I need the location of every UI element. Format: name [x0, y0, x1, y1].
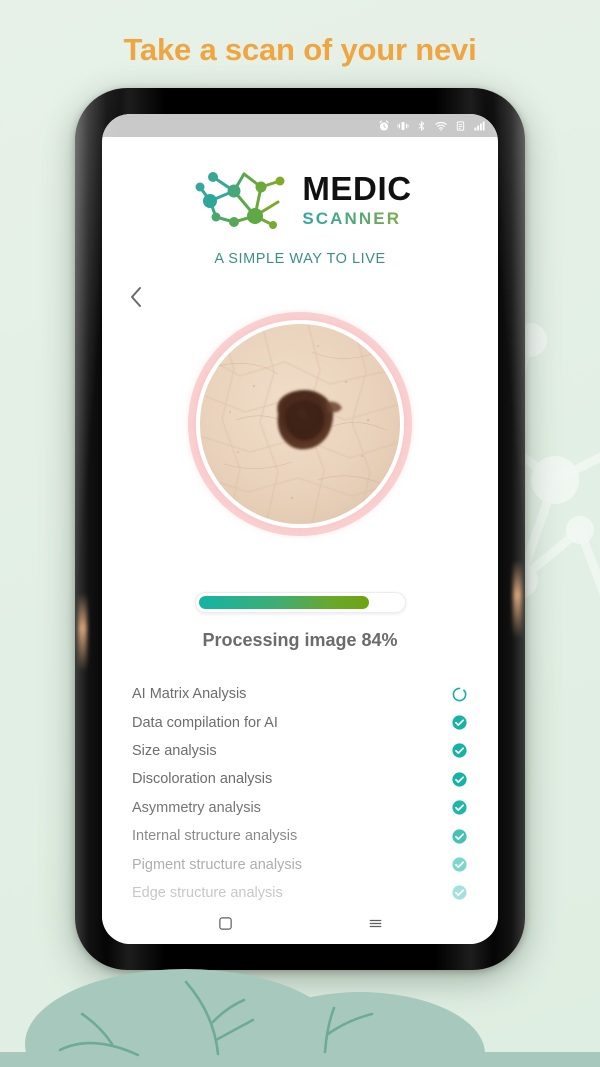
chevron-left-icon — [131, 287, 141, 307]
hand-highlight-left — [78, 593, 87, 671]
alarm-icon — [379, 119, 389, 130]
check-circle-icon — [452, 885, 467, 901]
brand-tagline: A SIMPLE WAY TO LIVE — [214, 251, 386, 267]
progress-bar-fill — [198, 596, 370, 609]
checklist-item: Discoloration analysis — [132, 765, 468, 793]
checklist-item-label: Data compilation for AI — [132, 714, 278, 731]
checklist-item-label: Asymmetry analysis — [132, 799, 261, 816]
signal-icon — [474, 121, 485, 130]
spinner-icon — [452, 687, 467, 702]
check-circle-icon — [452, 715, 467, 730]
checklist-item-label: Internal structure analysis — [132, 828, 298, 845]
vibrate-icon — [397, 121, 409, 130]
check-circle-icon — [452, 772, 467, 787]
phone-mockup: MEDIC SCANNER A SIMPLE WAY TO LIVE Proce… — [75, 88, 525, 970]
checklist-item-label: Discoloration analysis — [132, 771, 273, 788]
status-bar — [102, 114, 498, 137]
progress-bar-track — [194, 592, 406, 613]
back-button[interactable] — [121, 282, 151, 312]
checklist-item: Asymmetry analysis — [132, 794, 468, 822]
scan-image-ring — [196, 320, 404, 528]
scan-preview[interactable] — [102, 312, 498, 536]
checklist-item: AI Matrix Analysis — [132, 680, 468, 708]
sim-icon — [456, 120, 465, 131]
bluetooth-icon — [418, 120, 425, 131]
scan-glow-ring — [188, 312, 412, 536]
checklist-item: Data compilation for AI — [132, 708, 468, 736]
skin-mole-image — [200, 324, 400, 524]
check-circle-icon — [452, 800, 467, 815]
progress-status-text: Processing image 84% — [202, 630, 398, 650]
wifi-icon — [435, 121, 447, 131]
check-circle-icon — [452, 743, 467, 759]
checklist-item-label: Pigment structure analysis — [132, 856, 303, 873]
checklist-item: Size analysis — [132, 737, 468, 765]
hand-highlight-right — [513, 560, 522, 638]
check-circle-icon — [452, 829, 467, 844]
decorative-bush — [0, 969, 600, 1067]
progress-section: Processing image 84% — [102, 592, 498, 651]
analysis-checklist: AI Matrix Analysis Data compilation for A… — [102, 680, 498, 907]
brand-name: MEDIC — [302, 169, 412, 207]
checklist-item-label: Edge structure analysis — [132, 884, 283, 901]
app-logo-block: MEDIC SCANNER A SIMPLE WAY TO LIVE — [102, 164, 498, 267]
checklist-item: Pigment structure analysis — [132, 850, 468, 878]
checklist-item: Internal structure analysis — [132, 822, 468, 850]
checklist-item-label: AI Matrix Analysis — [132, 686, 247, 703]
molecule-network-icon — [195, 172, 285, 229]
check-circle-icon — [452, 857, 467, 872]
page-headline: Take a scan of your nevi — [123, 32, 477, 67]
brand-subtitle: SCANNER — [302, 210, 411, 227]
checklist-item-label: Size analysis — [132, 742, 217, 759]
phone-screen: MEDIC SCANNER A SIMPLE WAY TO LIVE Proce… — [102, 114, 498, 944]
